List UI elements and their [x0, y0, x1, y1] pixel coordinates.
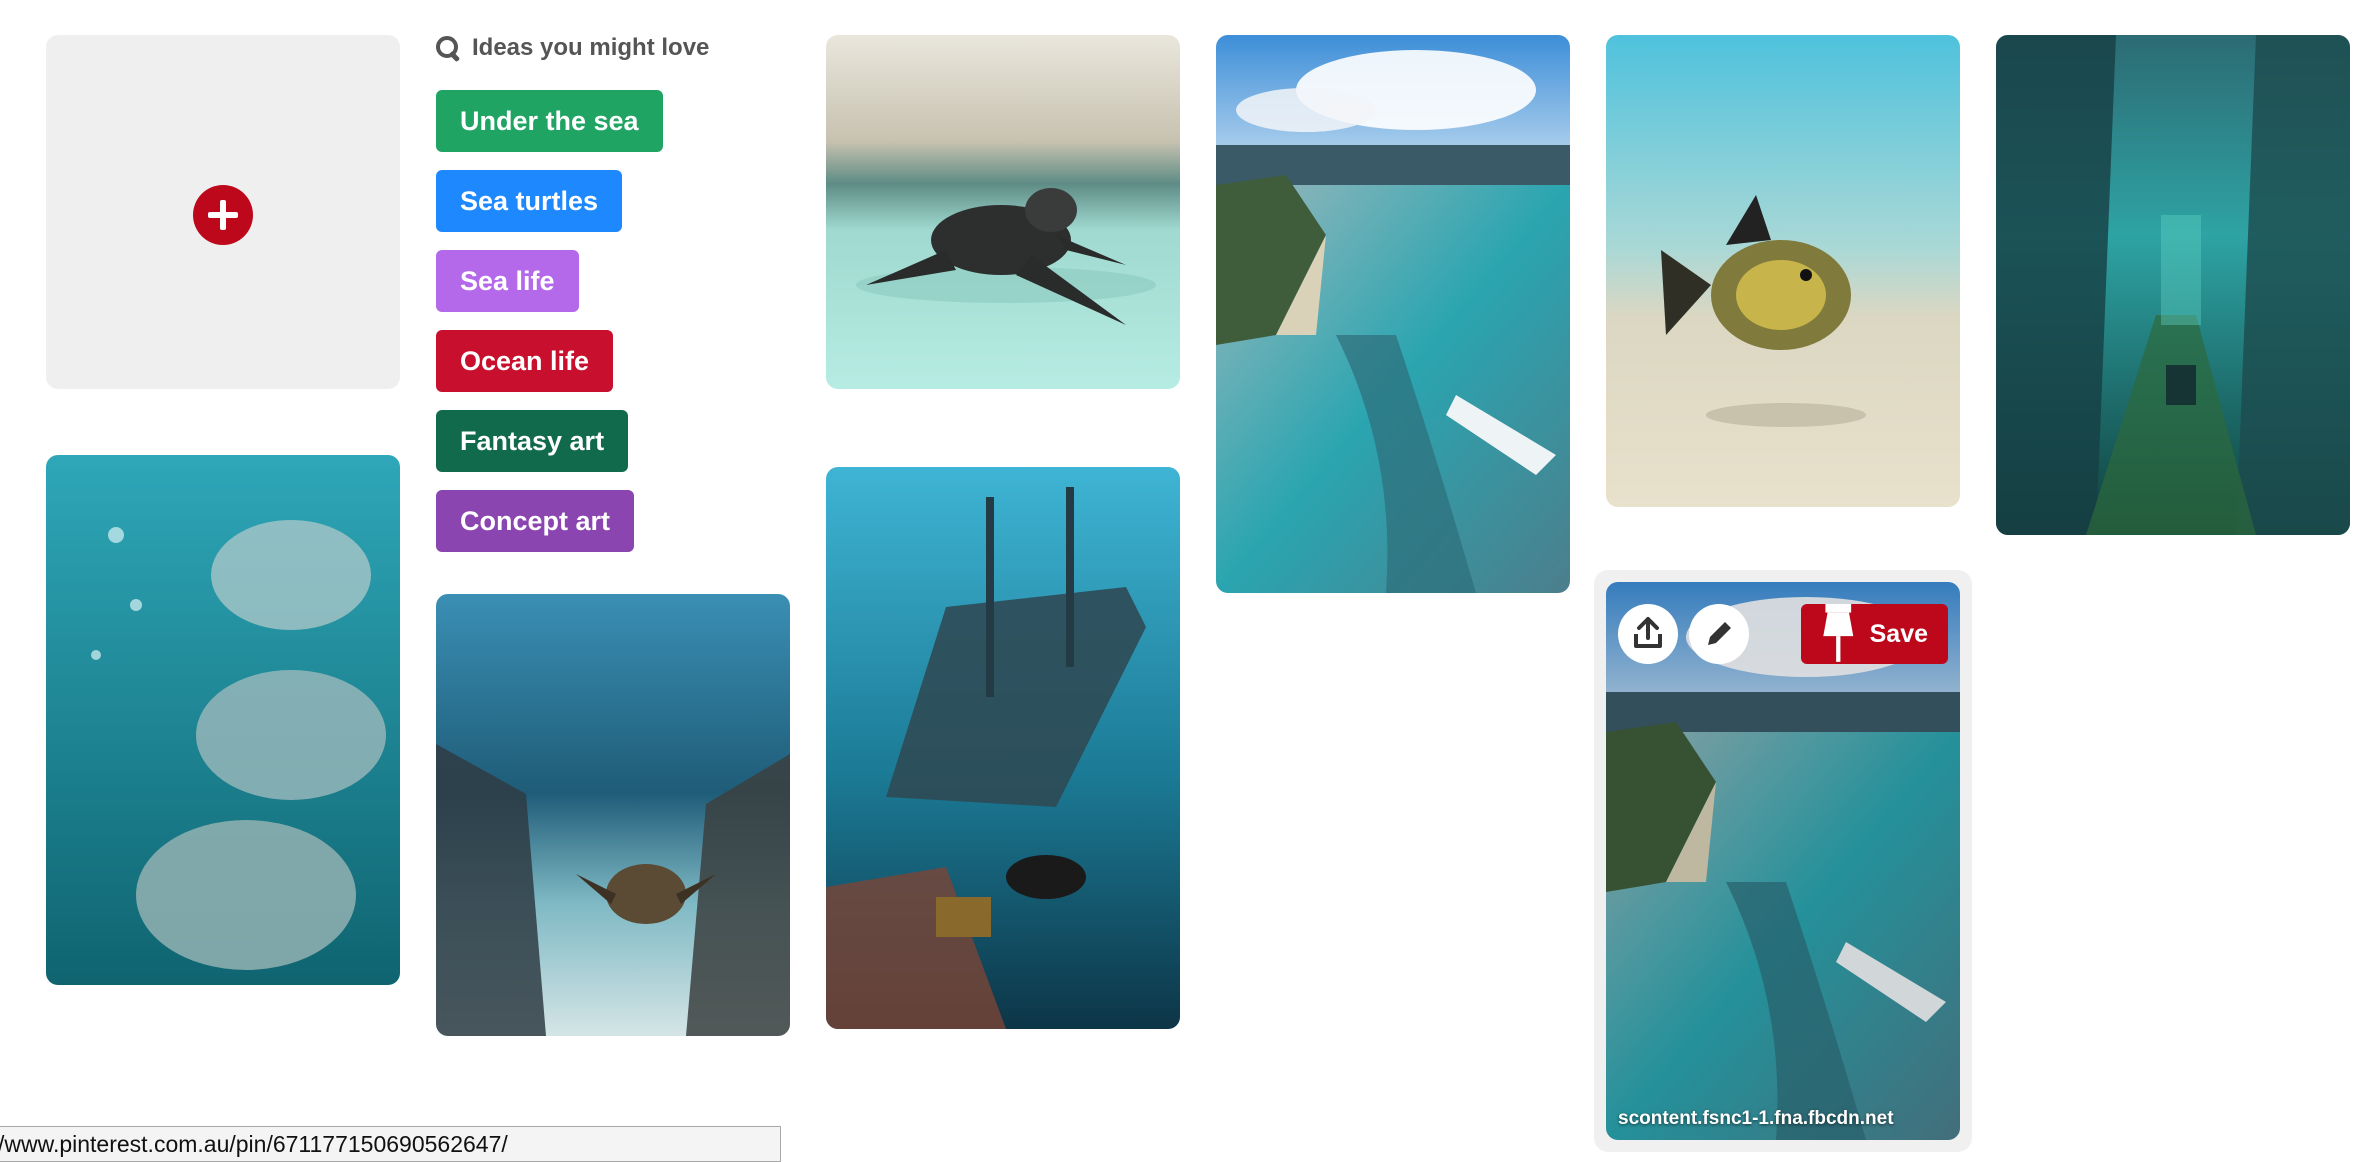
sea-turtle-reef-image	[436, 594, 790, 1036]
edit-button[interactable]	[1689, 604, 1749, 664]
add-pin-tile[interactable]	[46, 35, 400, 389]
ideas-header: Ideas you might love	[436, 30, 709, 66]
pin-source-link[interactable]: scontent.fsnc1-1.fna.fbcdn.net	[1618, 1108, 1894, 1130]
underwater-waterfall-image	[1216, 35, 1570, 593]
idea-under-the-sea[interactable]: Under the sea	[436, 90, 663, 152]
pin-board: Ideas you might love Under the sea Sea t…	[0, 0, 2372, 1162]
pin-sea-turtle-reef[interactable]	[436, 594, 790, 1036]
pushpin-icon	[1823, 604, 1854, 662]
pin-shipwreck-diver[interactable]	[826, 467, 1180, 1029]
pin-dolphins[interactable]	[46, 455, 400, 985]
ideas-title: Ideas you might love	[472, 34, 710, 61]
hovered-pin-card[interactable]: Save scontent.fsnc1-1.fna.fbcdn.net	[1594, 570, 1972, 1152]
idea-sea-life[interactable]: Sea life	[436, 250, 579, 312]
baby-turtle-image	[826, 35, 1180, 389]
share-button[interactable]	[1618, 604, 1678, 664]
save-button[interactable]: Save	[1801, 604, 1948, 664]
link-status-bar: /www.pinterest.com.au/pin/67117715069056…	[0, 1126, 781, 1162]
pin-triggerfish[interactable]	[1606, 35, 1960, 507]
add-circle-icon[interactable]	[193, 185, 253, 245]
pin-underwater-waterfall-hovered[interactable]: Save scontent.fsnc1-1.fna.fbcdn.net	[1606, 582, 1960, 1140]
idea-sea-turtles[interactable]: Sea turtles	[436, 170, 623, 232]
search-icon	[436, 36, 460, 60]
pin-sunken-city[interactable]	[1996, 35, 2350, 535]
pin-underwater-waterfall[interactable]	[1216, 35, 1570, 593]
idea-fantasy-art[interactable]: Fantasy art	[436, 410, 629, 472]
dolphins-image	[46, 455, 400, 985]
shipwreck-diver-image	[826, 467, 1180, 1029]
save-label: Save	[1869, 619, 1928, 648]
status-url: /www.pinterest.com.au/pin/67117715069056…	[0, 1130, 508, 1157]
hover-overlay	[1606, 582, 1960, 1140]
share-icon	[1634, 617, 1662, 648]
idea-ocean-life[interactable]: Ocean life	[436, 330, 614, 392]
idea-concept-art[interactable]: Concept art	[436, 490, 635, 552]
triggerfish-image	[1606, 35, 1960, 507]
sunken-city-image	[1996, 35, 2350, 535]
pin-baby-turtle[interactable]	[826, 35, 1180, 389]
pencil-icon	[1708, 622, 1731, 645]
